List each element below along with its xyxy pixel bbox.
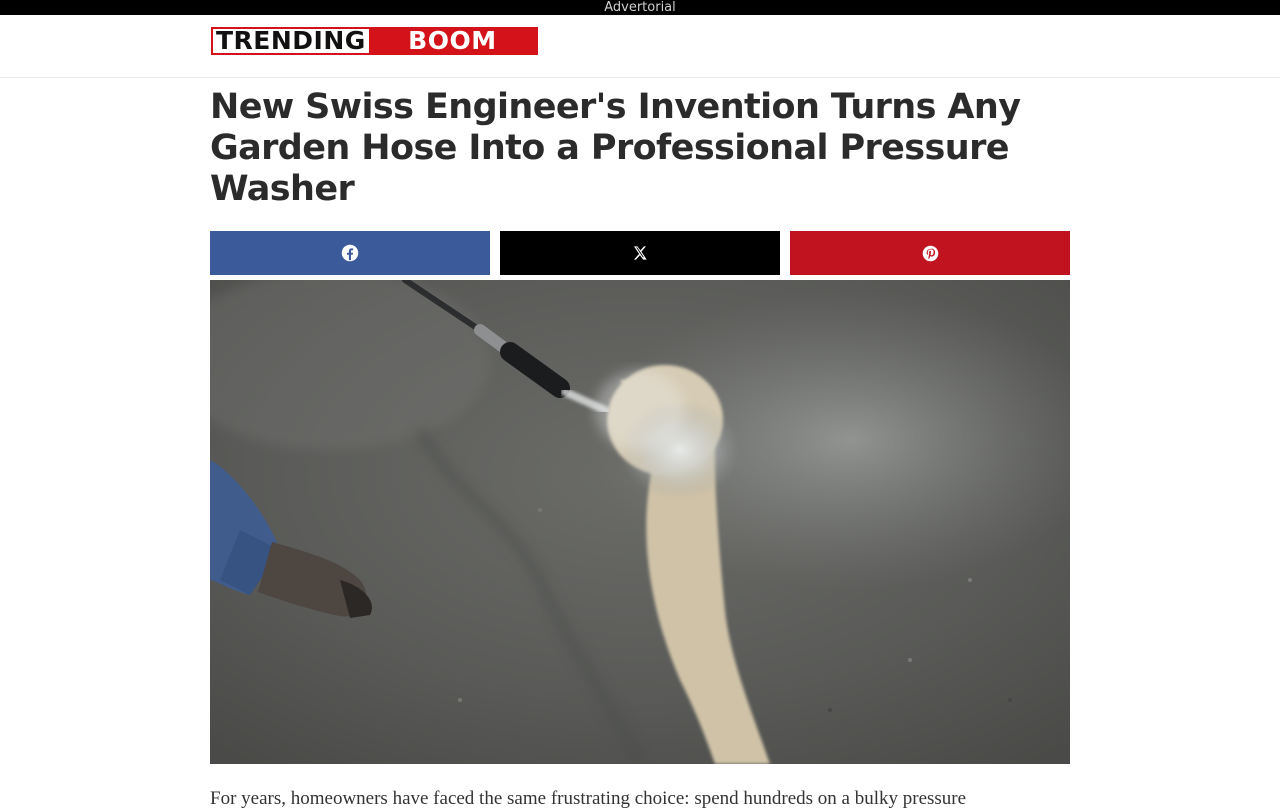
facebook-icon — [341, 244, 359, 262]
share-x-button[interactable] — [500, 231, 780, 275]
article-headline: New Swiss Engineer's Invention Turns Any… — [210, 87, 1021, 209]
pinterest-icon — [922, 245, 939, 262]
logo-text-trending: TRENDING — [216, 27, 366, 55]
site-logo[interactable]: TRENDING BOOM — [211, 27, 538, 55]
advertorial-label: Advertorial — [604, 0, 676, 15]
share-facebook-button[interactable] — [210, 231, 490, 275]
share-pinterest-button[interactable] — [790, 231, 1070, 275]
x-icon — [632, 245, 648, 261]
hero-image — [210, 280, 1070, 764]
pressure-washer-photo — [210, 280, 1070, 764]
article-intro: For years, homeowners have faced the sam… — [210, 788, 967, 809]
site-header: TRENDING BOOM — [0, 15, 1280, 78]
advertorial-banner: Advertorial — [0, 0, 1280, 15]
logo-text-boom: BOOM — [368, 29, 536, 53]
